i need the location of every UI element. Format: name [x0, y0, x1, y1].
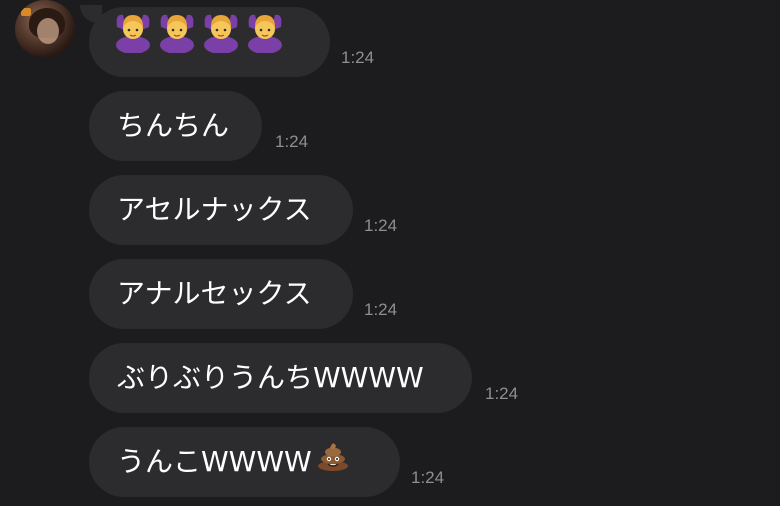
pile-of-poo-icon	[316, 428, 350, 498]
message-bubble[interactable]	[89, 7, 330, 77]
message-bubble[interactable]: アセルナックス	[89, 175, 353, 245]
message-timestamp: 1:24	[275, 132, 309, 151]
message-timestamp: 1:24	[411, 468, 445, 487]
avatar-accent	[21, 8, 31, 16]
message-bubble[interactable]: うんこWWWW	[89, 427, 400, 497]
message-text: ちんちん	[117, 109, 230, 142]
message-text: うんこWWWW	[117, 445, 312, 478]
message-text: アセルナックス	[117, 193, 312, 226]
message-text: ぶりぶりうんちWWWW	[117, 361, 424, 394]
woman-gesturing-ok-icon	[199, 7, 243, 79]
message-bubble[interactable]: ちんちん	[89, 91, 262, 161]
woman-gesturing-ok-icon	[243, 7, 287, 79]
message-text: アナルセックス	[117, 277, 312, 310]
avatar-face	[37, 18, 59, 44]
message-timestamp: 1:24	[485, 384, 519, 403]
woman-gesturing-ok-icon	[155, 7, 199, 79]
sender-avatar[interactable]	[15, 0, 75, 58]
message-timestamp: 1:24	[364, 300, 398, 319]
message-bubble[interactable]: アナルセックス	[89, 259, 353, 329]
message-timestamp: 1:24	[341, 48, 375, 67]
message-timestamp: 1:24	[364, 216, 398, 235]
woman-gesturing-ok-icon	[111, 7, 155, 79]
message-bubble[interactable]: ぶりぶりうんちWWWW	[89, 343, 472, 413]
